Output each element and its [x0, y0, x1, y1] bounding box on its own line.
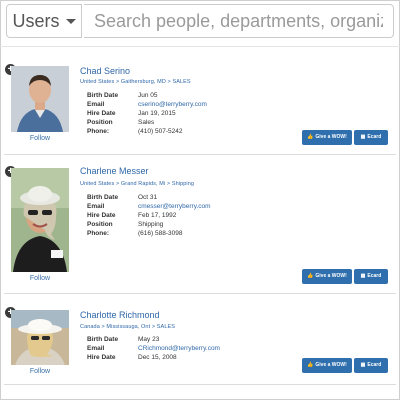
field-value: Feb 17, 1992 [138, 212, 177, 219]
give-wow-button[interactable]: 👍 Give a WOW! [302, 269, 352, 284]
person-breadcrumb[interactable]: United States > Gaithersburg, MD > SALES [80, 79, 191, 85]
field-label: Hire Date [87, 354, 116, 361]
field-label: Birth Date [87, 336, 119, 343]
card-icon: ▦ [360, 362, 366, 368]
ecard-button[interactable]: ▦ Ecard [354, 269, 388, 284]
field-label: Phone: [87, 230, 110, 237]
header-divider [0, 46, 400, 47]
field-value: Oct 31 [138, 194, 158, 201]
ecard-button[interactable]: ▦ Ecard [354, 358, 388, 373]
field-value: Shipping [138, 221, 164, 228]
users-scope-dropdown[interactable]: Users [6, 4, 82, 38]
field-label: Hire Date [87, 212, 116, 219]
card-divider [4, 293, 396, 294]
person-breadcrumb[interactable]: Canada > Mississauga, Ont > SALES [80, 324, 175, 330]
users-scope-label: Users [12, 10, 60, 31]
field-label: Birth Date [87, 194, 119, 201]
ecard-label: Ecard [367, 273, 382, 279]
field-label: Hire Date [87, 110, 116, 117]
field-value: Jan 19, 2015 [138, 110, 176, 117]
give-wow-button[interactable]: 👍 Give a WOW! [302, 130, 352, 145]
field-label: Birth Date [87, 92, 119, 99]
email-link[interactable]: cserino@terryberry.com [138, 101, 207, 108]
field-value: (616) 588-3098 [138, 230, 183, 237]
give-wow-button[interactable]: 👍 Give a WOW! [302, 358, 352, 373]
field-value: (410) 507-5242 [138, 128, 183, 135]
avatar [11, 310, 69, 365]
field-label: Email [87, 101, 105, 108]
give-wow-label: Give a WOW! [315, 134, 347, 140]
person-name[interactable]: Charlotte Richmond [80, 310, 160, 320]
card-divider [4, 154, 396, 155]
thumbs-up-icon: 👍 [307, 362, 314, 368]
field-label: Email [87, 203, 105, 210]
field-label: Email [87, 345, 105, 352]
email-link[interactable]: CRichmond@terryberry.com [138, 345, 220, 352]
ecard-label: Ecard [367, 362, 382, 368]
follow-link[interactable]: Follow [20, 135, 60, 142]
person-name[interactable]: Chad Serino [80, 66, 130, 76]
field-label: Position [87, 221, 113, 228]
thumbs-up-icon: 👍 [307, 273, 314, 279]
card-icon: ▦ [360, 273, 366, 279]
avatar [11, 168, 69, 272]
caret-down-icon [65, 18, 76, 24]
search-input[interactable] [84, 4, 394, 38]
give-wow-label: Give a WOW! [315, 362, 347, 368]
person-breadcrumb[interactable]: United States > Grand Rapids, Mi > Shipp… [80, 181, 194, 187]
field-value: May 23 [138, 336, 160, 343]
field-value: Sales [138, 119, 155, 126]
card-divider [4, 384, 396, 385]
field-label: Position [87, 119, 113, 126]
avatar [11, 66, 69, 132]
field-value: Jun 05 [138, 92, 158, 99]
person-name[interactable]: Charlene Messer [80, 166, 149, 176]
give-wow-label: Give a WOW! [315, 273, 347, 279]
field-value: Dec 15, 2008 [138, 354, 177, 361]
field-label: Phone: [87, 128, 110, 135]
card-icon: ▦ [360, 134, 366, 140]
thumbs-up-icon: 👍 [307, 134, 314, 140]
ecard-label: Ecard [367, 134, 382, 140]
email-link[interactable]: cmesser@terryberry.com [138, 203, 211, 210]
follow-link[interactable]: Follow [20, 368, 60, 375]
search-bar: Users [6, 4, 394, 40]
follow-link[interactable]: Follow [20, 275, 60, 282]
ecard-button[interactable]: ▦ Ecard [354, 130, 388, 145]
